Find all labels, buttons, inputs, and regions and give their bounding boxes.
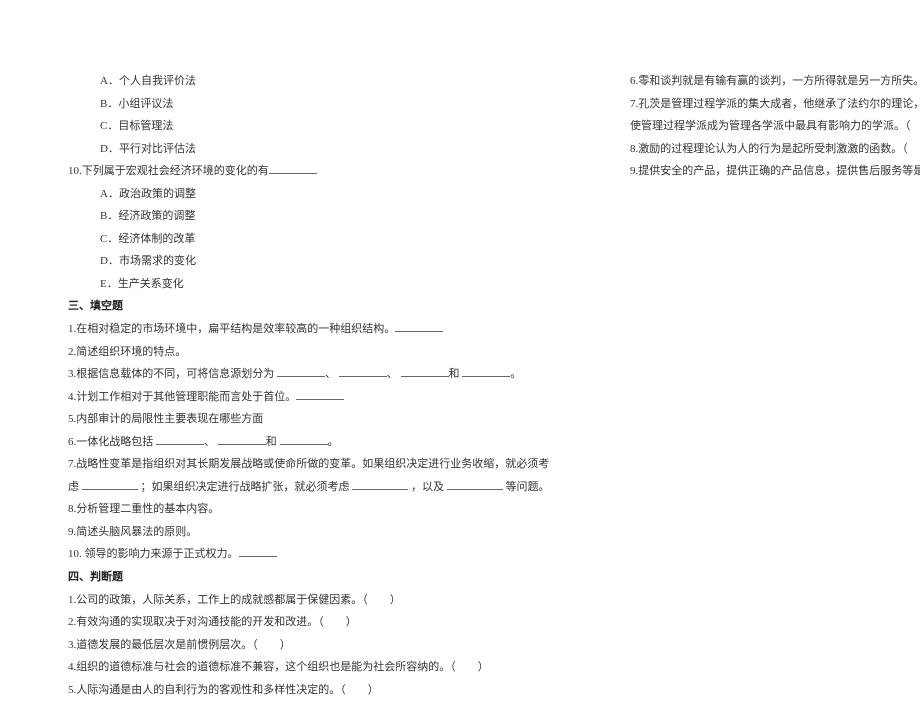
fill-5: 5.内部审计的局限性主要表现在哪些方面: [68, 408, 598, 431]
sep: 、: [204, 436, 215, 448]
and: 和: [266, 436, 277, 448]
fill-4: 4.计划工作相对于其他管理职能而言处于首位。: [68, 386, 598, 409]
fill-7-line1: 7.战略性变革是指组织对其长期发展战略或使命所做的变革。如果组织决定进行业务收缩…: [68, 453, 598, 476]
option-d: D．平行对比评估法: [68, 138, 598, 161]
blank[interactable]: [352, 480, 408, 490]
fill-4-text: 4.计划工作相对于其他管理职能而言处于首位。: [68, 391, 296, 403]
blank[interactable]: [401, 367, 449, 377]
f7-b: ；如果组织决定进行战略扩张，就必须考虑: [141, 481, 350, 493]
q10-option-d: D．市场需求的变化: [68, 250, 598, 273]
judge-2: 2.有效沟通的实现取决于对沟通技能的开发和改进。（ ）: [68, 611, 598, 634]
fill-9: 9.简述头脑风暴法的原则。: [68, 521, 598, 544]
blank[interactable]: [280, 435, 328, 445]
judge-7-line2: 使管理过程学派成为管理各学派中最具有影响力的学派。（ ）: [630, 115, 920, 138]
fill-6-pre: 6.一体化战略包括: [68, 436, 153, 448]
judge-1: 1.公司的政策，人际关系，工作上的成就感都属于保健因素。（ ）: [68, 589, 598, 612]
fill-2: 2.简述组织环境的特点。: [68, 341, 598, 364]
sep: 、: [387, 368, 398, 380]
blank[interactable]: [269, 164, 317, 174]
blank[interactable]: [339, 367, 387, 377]
q10-option-c: C．经济体制的改革: [68, 228, 598, 251]
sep: 、: [325, 368, 336, 380]
fill-3-pre: 3.根据信息载体的不同，可将信息源划分为: [68, 368, 274, 380]
blank[interactable]: [395, 322, 443, 332]
q10-option-e: E．生产关系变化: [68, 273, 598, 296]
section-4-title: 四、判断题: [68, 566, 598, 589]
judge-9: 9.提供安全的产品，提供正确的产品信息，提供售后服务等是企业对顾客的责任。（ ）: [630, 160, 920, 183]
judge-8: 8.激励的过程理论认为人的行为是起所受刺激激的函数。（ ）: [630, 138, 920, 161]
q10-option-b: B．经济政策的调整: [68, 205, 598, 228]
blank[interactable]: [296, 390, 344, 400]
blank[interactable]: [239, 548, 277, 558]
blank[interactable]: [447, 480, 503, 490]
judge-6: 6.零和谈判就是有输有赢的谈判，一方所得就是另一方所失。（ ）: [630, 70, 920, 93]
option-a: A．个人自我评价法: [68, 70, 598, 93]
blank[interactable]: [462, 367, 510, 377]
question-10-stem: 10.下列属于宏观社会经济环境的变化的有: [68, 160, 598, 183]
judge-3: 3.道德发展的最低层次是前惯例层次。（ ）: [68, 634, 598, 657]
f7-a: 虑: [68, 481, 79, 493]
fill-7-line2: 虑 ；如果组织决定进行战略扩张，就必须考虑 ，以及 等问题。: [68, 476, 598, 499]
fill-10: 10. 领导的影响力来源于正式权力。: [68, 543, 598, 566]
option-c: C．目标管理法: [68, 115, 598, 138]
fill-1: 1.在相对稳定的市场环境中，扁平结构是效率较高的一种组织结构。: [68, 318, 598, 341]
option-b: B．小组评议法: [68, 93, 598, 116]
q10-text: 10.下列属于宏观社会经济环境的变化的有: [68, 165, 269, 177]
judge-5: 5.人际沟通是由人的自利行为的客观性和多样性决定的。（ ）: [68, 679, 598, 701]
section-3-title: 三、填空题: [68, 295, 598, 318]
end: 。: [510, 368, 521, 380]
q10-option-a: A．政治政策的调整: [68, 183, 598, 206]
blank[interactable]: [218, 435, 266, 445]
fill-6: 6.一体化战略包括 、 和 。: [68, 431, 598, 454]
judge-7-line1: 7.孔茨是管理过程学派的集大成者，他继承了法约尔的理论，并把法约尔的理论更加系统…: [630, 93, 920, 116]
blank[interactable]: [156, 435, 204, 445]
f7-c: ，以及: [411, 481, 444, 493]
and: 和: [449, 368, 460, 380]
fill-3: 3.根据信息载体的不同，可将信息源划分为 、 、 和 。: [68, 363, 598, 386]
fill-10-text: 10. 领导的影响力来源于正式权力。: [68, 548, 239, 560]
fill-8: 8.分析管理二重性的基本内容。: [68, 498, 598, 521]
judge-4: 4.组织的道德标准与社会的道德标准不兼容，这个组织也是能为社会所容纳的。（ ）: [68, 656, 598, 679]
end: 。: [328, 436, 339, 448]
blank[interactable]: [277, 367, 325, 377]
blank[interactable]: [82, 480, 138, 490]
fill-1-text: 1.在相对稳定的市场环境中，扁平结构是效率较高的一种组织结构。: [68, 323, 395, 335]
f7-d: 等问题。: [506, 481, 550, 493]
